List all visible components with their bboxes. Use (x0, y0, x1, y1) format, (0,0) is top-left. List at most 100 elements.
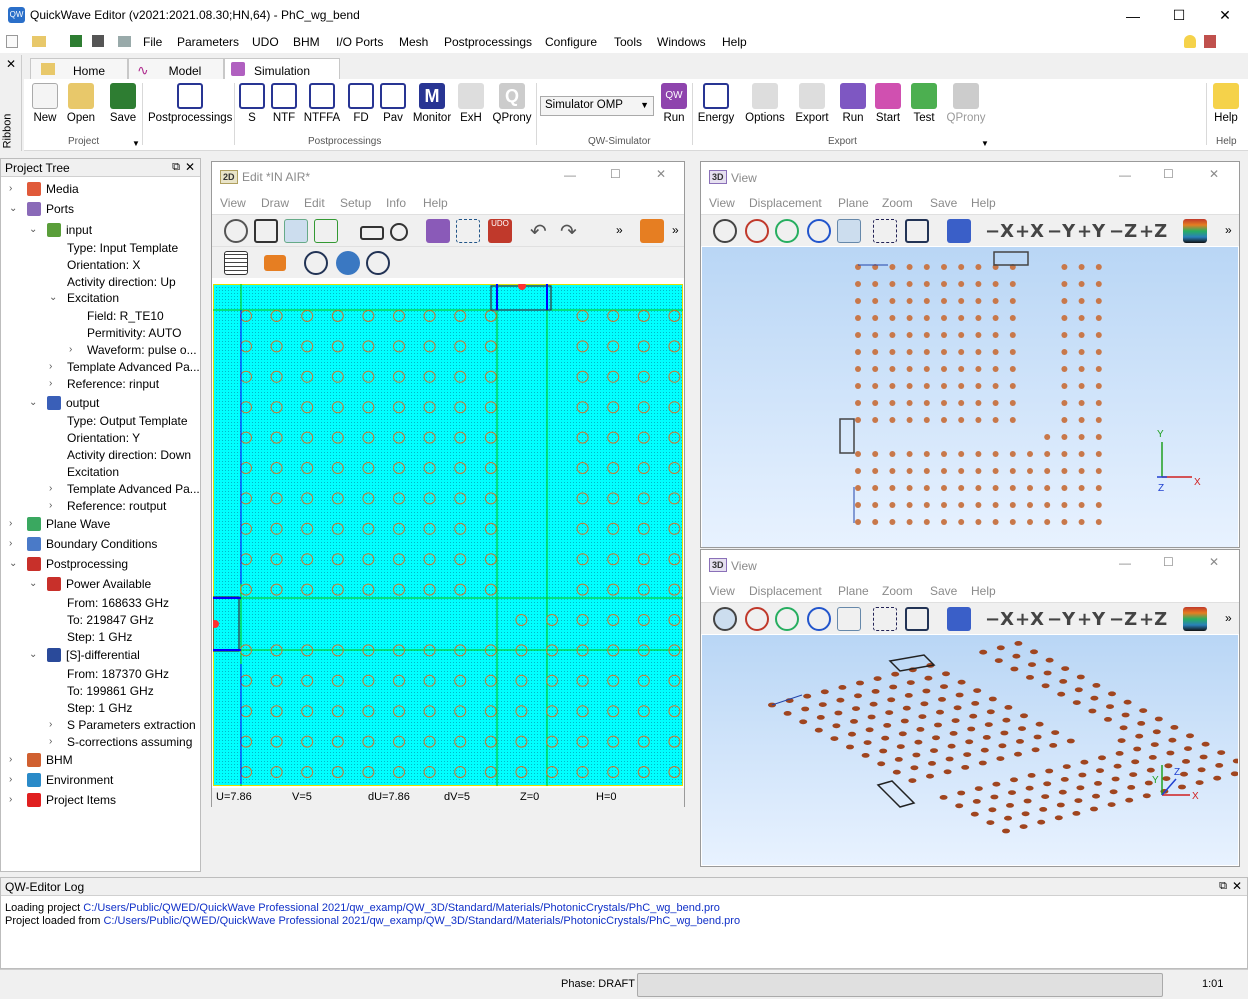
view1-menu-view[interactable]: View (709, 196, 735, 210)
tree-item[interactable]: Step: 1 GHz (67, 630, 132, 644)
export-qprony-button[interactable]: QProny (942, 83, 990, 124)
palette-icon[interactable] (1183, 219, 1207, 243)
menu-file[interactable]: File (143, 35, 162, 49)
more-tools-icon[interactable]: » (1225, 223, 1232, 237)
ntf-button[interactable]: NTF (270, 83, 298, 124)
expand-arrow-icon[interactable]: › (49, 483, 52, 494)
view1-canvas[interactable]: Y Z X (702, 247, 1238, 547)
cube-icon[interactable] (947, 219, 971, 243)
view-minus-z-button[interactable]: −Z (1109, 221, 1137, 242)
tree-item[interactable]: BHM (27, 753, 73, 767)
pan-icon[interactable] (837, 219, 861, 243)
tree-item[interactable]: Reference: rinput (67, 377, 159, 391)
view2-menu-plane[interactable]: Plane (838, 584, 869, 598)
tree-item[interactable]: Reference: routput (67, 499, 166, 513)
fd-button[interactable]: FD (346, 83, 376, 124)
save-button[interactable]: Save (106, 83, 140, 124)
minimize-button[interactable]: — (1110, 0, 1156, 31)
menu-windows[interactable]: Windows (657, 35, 706, 49)
expand-arrow-icon[interactable]: › (49, 736, 52, 747)
grid-select-icon[interactable] (314, 219, 338, 243)
edit-menu-view[interactable]: View (220, 196, 246, 210)
rotate-icon[interactable] (713, 219, 737, 243)
tree-item[interactable]: From: 187370 GHz (67, 667, 169, 681)
menu-postprocessings[interactable]: Postprocessings (444, 35, 532, 49)
view-plus-y-button[interactable]: +Y (1077, 609, 1105, 630)
view2-menu-save[interactable]: Save (930, 584, 957, 598)
minimize-button[interactable]: — (1119, 556, 1131, 570)
close-button[interactable]: ✕ (1209, 167, 1219, 181)
menu-parameters[interactable]: Parameters (177, 35, 239, 49)
edit-menu-info[interactable]: Info (386, 196, 406, 210)
maximize-button[interactable]: ☐ (1163, 167, 1174, 181)
view-minus-x-button[interactable]: −X (985, 609, 1014, 630)
menu-udo[interactable]: UDO (252, 35, 279, 49)
edit-menu-help[interactable]: Help (423, 196, 448, 210)
view-plus-x-button[interactable]: +X (1015, 221, 1044, 242)
tree-item[interactable]: Postprocessing (27, 557, 128, 571)
more-tools-icon[interactable]: » (672, 223, 679, 237)
close-button[interactable]: ✕ (1209, 555, 1219, 569)
maximize-button[interactable]: ☐ (610, 167, 621, 181)
tree-item[interactable]: Excitation (67, 465, 119, 479)
tree-item[interactable]: input (47, 223, 92, 237)
group-dropdown-icon[interactable]: ▼ (981, 139, 989, 148)
help-button[interactable]: Help (1210, 83, 1242, 124)
cube-icon[interactable] (947, 607, 971, 631)
more-tools-icon[interactable]: » (1225, 611, 1232, 625)
tree-item[interactable]: Ports (27, 202, 74, 216)
group-dropdown-icon[interactable]: ▼ (132, 139, 140, 148)
open-button[interactable]: Open (64, 83, 98, 124)
qprony-button[interactable]: Q QProny (490, 83, 534, 124)
layers-icon[interactable] (426, 219, 450, 243)
export-shape-icon[interactable] (640, 219, 664, 243)
undo-icon[interactable]: ↶ (530, 219, 554, 243)
collapse-arrow-icon[interactable]: ⌄ (29, 649, 37, 660)
menu-configure[interactable]: Configure (545, 35, 597, 49)
help-book-icon[interactable] (1204, 35, 1216, 48)
zoom-icon[interactable] (224, 219, 248, 243)
close-panel-icon[interactable]: ✕ (185, 160, 195, 174)
edit-menu-setup[interactable]: Setup (340, 196, 371, 210)
close-panel-icon[interactable]: ✕ (1232, 879, 1242, 893)
tree-item[interactable]: Waveform: pulse o... (87, 343, 197, 357)
lightbulb-icon[interactable] (1184, 35, 1196, 48)
collapse-arrow-icon[interactable]: ⌄ (29, 578, 37, 589)
tree-item[interactable]: Environment (27, 773, 113, 787)
log-path-link[interactable]: C:/Users/Public/QWED/QuickWave Professio… (83, 902, 720, 914)
tab-model[interactable]: ∿ Model (128, 58, 224, 80)
tree-item[interactable]: Field: R_TE10 (87, 309, 164, 323)
close-button[interactable]: ✕ (656, 167, 666, 181)
sphere-filled-icon[interactable] (336, 251, 360, 275)
view1-menu-plane[interactable]: Plane (838, 196, 869, 210)
run-simulator-button[interactable]: QW Run (658, 83, 690, 124)
tree-item[interactable]: Step: 1 GHz (67, 701, 132, 715)
expand-arrow-icon[interactable]: › (9, 518, 12, 529)
collapse-arrow-icon[interactable]: ⌄ (9, 203, 17, 214)
maximize-button[interactable]: ☐ (1163, 555, 1174, 569)
new-icon[interactable] (6, 35, 18, 48)
expand-arrow-icon[interactable]: › (69, 344, 72, 355)
tree-item[interactable]: Template Advanced Pa... (67, 482, 200, 496)
tree-item[interactable]: Type: Output Template (67, 414, 188, 428)
sphere-outline-icon[interactable] (366, 251, 390, 275)
menu-help[interactable]: Help (722, 35, 747, 49)
tree-item[interactable]: Power Available (47, 577, 151, 591)
view1-menu-save[interactable]: Save (930, 196, 957, 210)
edit-menu-edit[interactable]: Edit (304, 196, 325, 210)
tree-item[interactable]: [S]-differential (47, 648, 140, 662)
expand-arrow-icon[interactable]: › (49, 719, 52, 730)
expand-arrow-icon[interactable]: › (9, 538, 12, 549)
float-panel-icon[interactable]: ⧉ (172, 161, 180, 174)
fit-icon[interactable] (254, 219, 278, 243)
view-minus-x-button[interactable]: −X (985, 221, 1014, 242)
edit-menu-draw[interactable]: Draw (261, 196, 289, 210)
tree-item[interactable]: Permitivity: AUTO (87, 326, 181, 340)
tree-item[interactable]: Orientation: X (67, 258, 140, 272)
new-button[interactable]: New (28, 83, 62, 124)
collapse-arrow-icon[interactable]: ⌄ (49, 292, 57, 303)
menu-io-ports[interactable]: I/O Ports (336, 35, 383, 49)
float-panel-icon[interactable]: ⧉ (1219, 880, 1227, 893)
expand-arrow-icon[interactable]: › (49, 378, 52, 389)
tree-item[interactable]: Media (27, 182, 79, 196)
